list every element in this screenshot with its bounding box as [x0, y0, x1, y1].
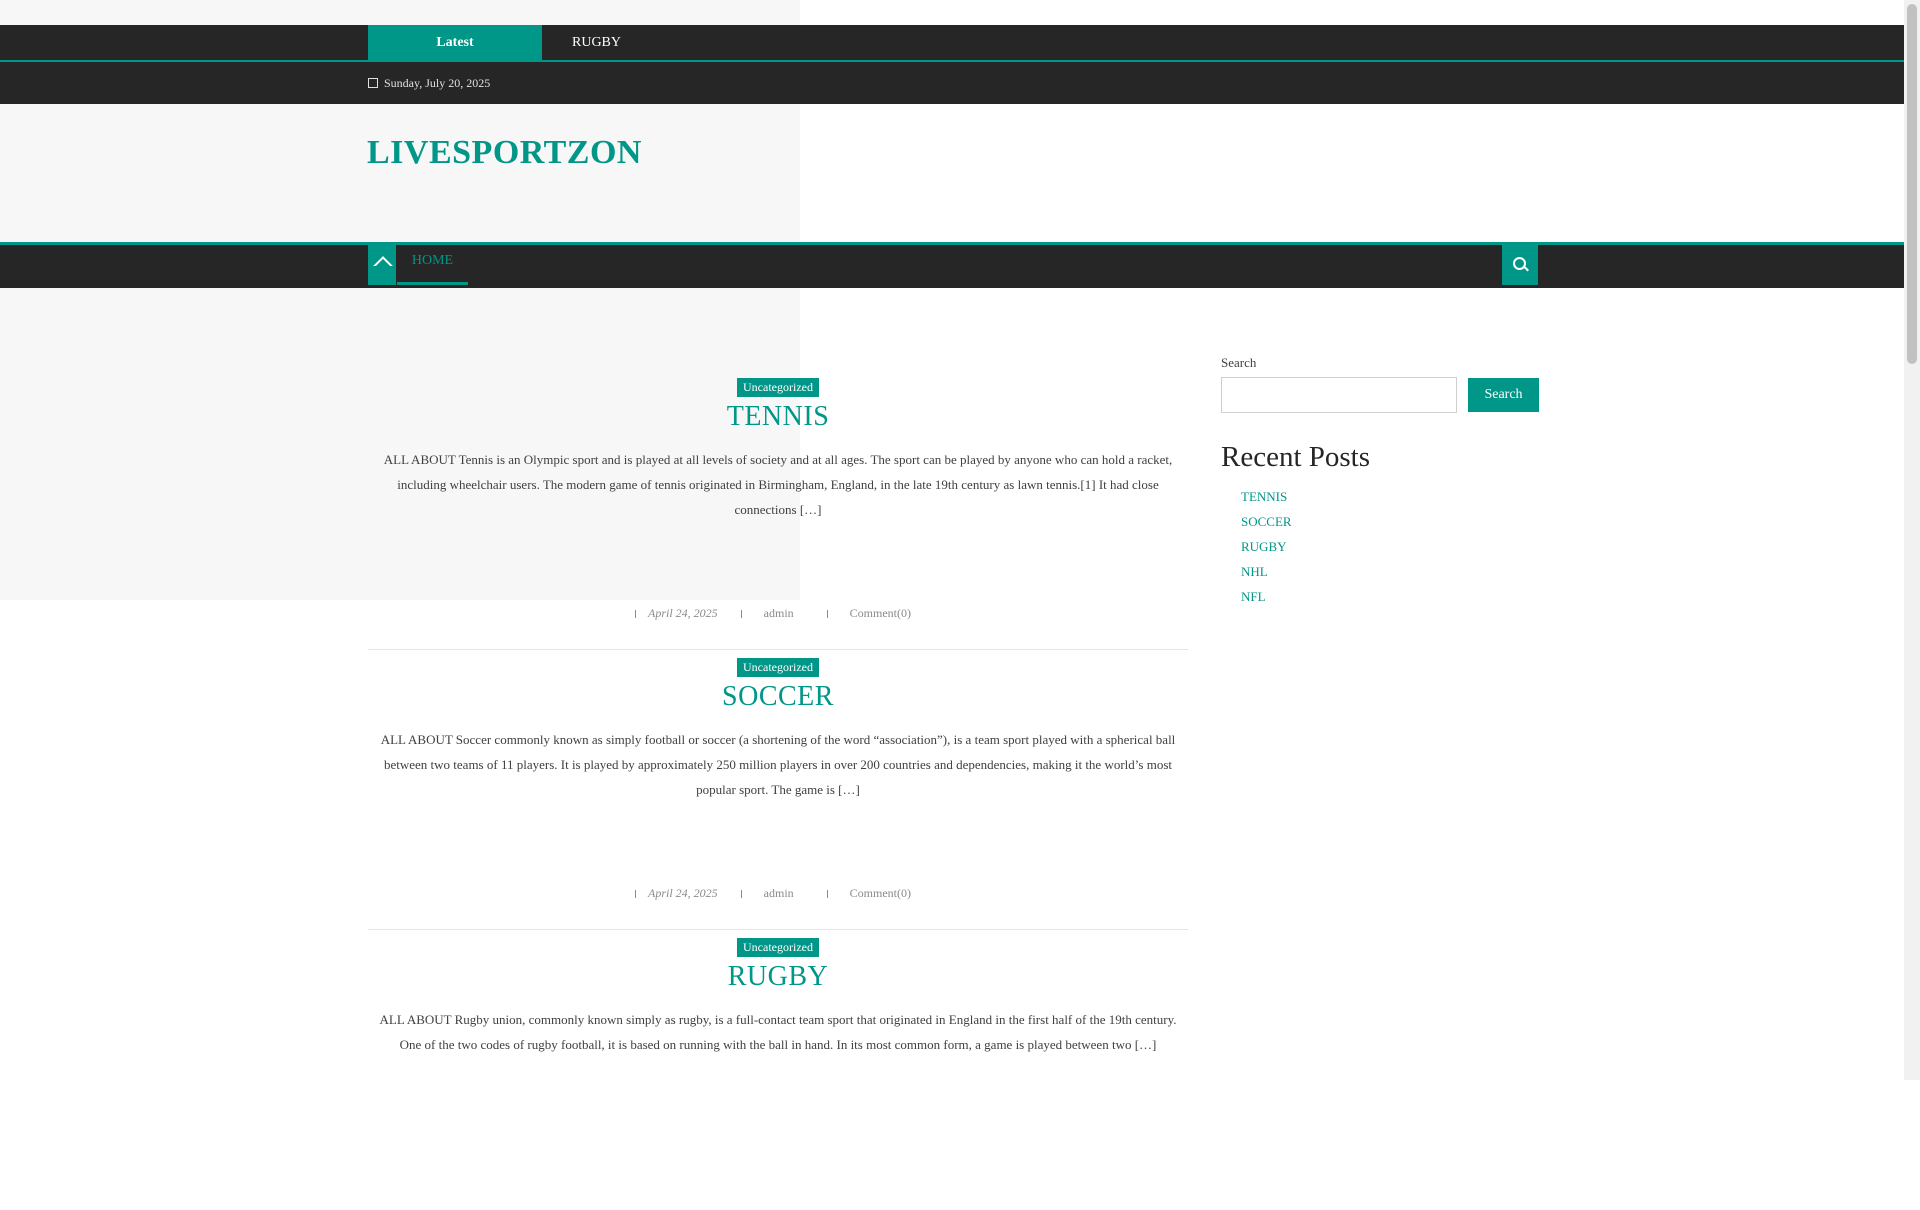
post-date-text: April 24, 2025 [648, 606, 718, 620]
clock-icon [635, 610, 642, 618]
ticker-label: Latest [368, 25, 542, 60]
nav-search-button[interactable] [1502, 245, 1538, 285]
post-author-text[interactable]: admin [764, 606, 794, 620]
post-date: April 24, 2025 [635, 886, 718, 900]
post-list: Uncategorized TENNIS ALL ABOUT Tennis is… [368, 370, 1188, 1210]
nav-item-home[interactable]: HOME [397, 245, 468, 285]
post-title[interactable]: SOCCER [368, 681, 1188, 713]
post-comments[interactable]: Comment(0) [826, 606, 921, 620]
post-category[interactable]: Uncategorized [737, 378, 819, 397]
post-card: Uncategorized RUGBY ALL ABOUT Rugby unio… [368, 930, 1188, 1210]
user-icon [740, 890, 748, 898]
post-meta: April 24, 2025 admin Comment(0) [368, 606, 1188, 621]
current-date-text: Sunday, July 20, 2025 [384, 76, 491, 90]
search-label: Search [1221, 355, 1257, 370]
post-excerpt: ALL ABOUT Rugby union, commonly known si… [379, 1012, 1177, 1052]
post-title[interactable]: TENNIS [368, 401, 1188, 433]
post-author-text[interactable]: admin [764, 886, 794, 900]
post-comments-text[interactable]: Comment(0) [850, 606, 911, 620]
search-input[interactable] [1221, 377, 1457, 413]
site-logo[interactable]: LIVESPORTZON [367, 134, 642, 172]
post-card: Uncategorized TENNIS ALL ABOUT Tennis is… [368, 370, 1188, 650]
post-title[interactable]: RUGBY [368, 961, 1188, 993]
search-button[interactable]: Search [1468, 378, 1539, 412]
recent-posts-list: TENNIS SOCCER RUGBY NHL NFL [1221, 484, 1538, 609]
post-date: April 24, 2025 [635, 606, 718, 620]
current-date: Sunday, July 20, 2025 [368, 62, 490, 104]
main-navigation: HOME [0, 242, 1904, 288]
scrollbar-thumb[interactable] [1907, 4, 1917, 364]
ticker-item-link[interactable]: RUGBY [572, 25, 621, 60]
search-icon [1513, 257, 1526, 270]
recent-posts-heading: Recent Posts [1221, 441, 1371, 473]
post-meta: April 24, 2025 admin Comment(0) [368, 886, 1188, 901]
post-author[interactable]: admin [740, 886, 804, 900]
search-form: Search [1221, 377, 1539, 415]
post-card: Uncategorized SOCCER ALL ABOUT Soccer co… [368, 650, 1188, 930]
recent-post-link[interactable]: RUGBY [1241, 534, 1538, 559]
sidebar: Search Search Recent Posts TENNIS SOCCER… [1221, 355, 1539, 609]
recent-post-link[interactable]: SOCCER [1241, 509, 1538, 534]
post-category[interactable]: Uncategorized [737, 658, 819, 677]
comment-icon [826, 890, 834, 898]
date-bar: Sunday, July 20, 2025 [0, 62, 1904, 104]
post-excerpt: ALL ABOUT Soccer commonly known as simpl… [380, 732, 1176, 797]
user-icon [740, 610, 748, 618]
post-comments-text[interactable]: Comment(0) [850, 886, 911, 900]
post-category[interactable]: Uncategorized [737, 938, 819, 957]
home-icon[interactable] [368, 245, 396, 285]
calendar-icon [368, 78, 378, 88]
comment-icon [826, 610, 834, 618]
ticker-bar: Latest RUGBY [0, 25, 1904, 62]
post-author[interactable]: admin [740, 606, 804, 620]
post-excerpt: ALL ABOUT Tennis is an Olympic sport and… [383, 452, 1173, 517]
recent-post-link[interactable]: NFL [1241, 584, 1538, 609]
post-date-text: April 24, 2025 [648, 886, 718, 900]
page-scrollbar[interactable] [1904, 0, 1920, 1080]
post-comments[interactable]: Comment(0) [826, 886, 921, 900]
recent-post-link[interactable]: NHL [1241, 559, 1538, 584]
recent-post-link[interactable]: TENNIS [1241, 484, 1538, 509]
clock-icon [635, 890, 642, 898]
